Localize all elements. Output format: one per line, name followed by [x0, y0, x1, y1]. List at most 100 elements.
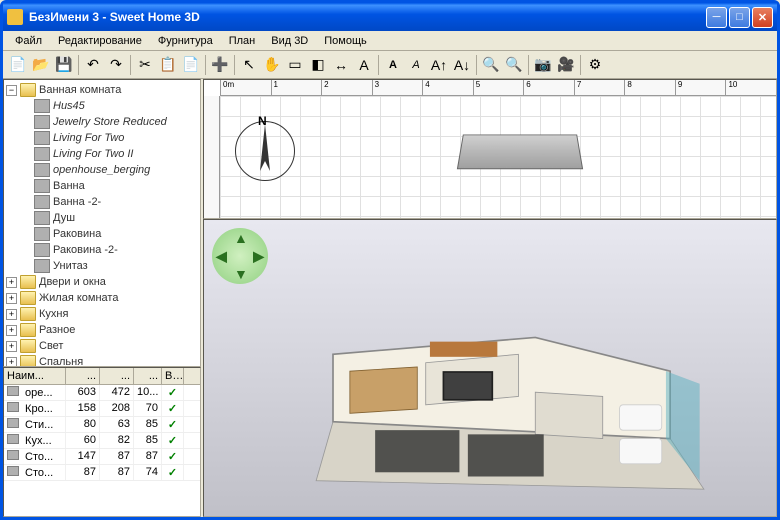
- table-header[interactable]: Наим... ... ... ... В...: [4, 368, 200, 385]
- save-button[interactable]: 💾: [53, 54, 75, 76]
- minimize-button[interactable]: ─: [706, 7, 727, 28]
- menu-help[interactable]: Помощь: [316, 33, 375, 49]
- tree-folder[interactable]: +Свет: [6, 338, 198, 354]
- plan-building-outline[interactable]: [457, 135, 583, 170]
- copy-button[interactable]: 📋: [157, 54, 179, 76]
- paste-button[interactable]: 📄: [180, 54, 202, 76]
- tree-item[interactable]: Ванна -2-: [6, 194, 198, 210]
- redo-button[interactable]: ↷: [105, 54, 127, 76]
- format-bold[interactable]: A: [382, 54, 404, 76]
- window-title: БезИмени 3 - Sweet Home 3D: [29, 10, 706, 24]
- photo-button[interactable]: 📷: [532, 54, 554, 76]
- undo-button[interactable]: ↶: [82, 54, 104, 76]
- increase-size[interactable]: A↑: [428, 54, 450, 76]
- nav-right-icon[interactable]: ▶: [253, 248, 264, 265]
- tree-item[interactable]: Раковина: [6, 226, 198, 242]
- nav-down-icon[interactable]: ▼: [234, 266, 248, 282]
- table-row[interactable]: ope...60347210...✓: [4, 385, 200, 401]
- tree-item[interactable]: openhouse_berging: [6, 162, 198, 178]
- furniture-icon: [34, 259, 50, 273]
- plan-canvas[interactable]: N: [220, 96, 776, 218]
- tree-root[interactable]: − Ванная комната: [6, 82, 198, 98]
- zoom-in-button[interactable]: 🔍: [480, 54, 502, 76]
- tree-item[interactable]: Раковина -2-: [6, 242, 198, 258]
- table-row[interactable]: Кух...608285✓: [4, 433, 200, 449]
- furniture-icon: [34, 211, 50, 225]
- expand-icon[interactable]: +: [6, 309, 17, 320]
- add-furniture-button[interactable]: ➕: [209, 54, 231, 76]
- furniture-icon: [34, 115, 50, 129]
- tree-folder[interactable]: +Двери и окна: [6, 274, 198, 290]
- tree-item[interactable]: Унитаз: [6, 258, 198, 274]
- open-button[interactable]: 📂: [30, 54, 52, 76]
- dimension-tool[interactable]: ↔: [330, 54, 352, 76]
- cut-button[interactable]: ✂: [134, 54, 156, 76]
- menu-3d-view[interactable]: Вид 3D: [263, 33, 316, 49]
- pan-tool[interactable]: ✋: [261, 54, 283, 76]
- folder-icon: [20, 339, 36, 353]
- tree-item[interactable]: Living For Two II: [6, 146, 198, 162]
- folder-icon: [20, 83, 36, 97]
- menu-file[interactable]: Файл: [7, 33, 50, 49]
- tree-folder[interactable]: +Жилая комната: [6, 290, 198, 306]
- furniture-icon: [34, 99, 50, 113]
- tree-item[interactable]: Ванна: [6, 178, 198, 194]
- tree-item[interactable]: Душ: [6, 210, 198, 226]
- 3d-scene[interactable]: [264, 270, 756, 506]
- tree-folder[interactable]: +Разное: [6, 322, 198, 338]
- nav-left-icon[interactable]: ◀: [216, 248, 227, 265]
- menu-edit[interactable]: Редактирование: [50, 33, 150, 49]
- maximize-button[interactable]: □: [729, 7, 750, 28]
- table-row[interactable]: Кро...15820870✓: [4, 401, 200, 417]
- folder-icon: [20, 323, 36, 337]
- close-button[interactable]: ✕: [752, 7, 773, 28]
- check-icon: ✓: [168, 467, 177, 479]
- decrease-size[interactable]: A↓: [451, 54, 473, 76]
- plan-view[interactable]: 0m12345678910 N: [203, 79, 777, 219]
- room-tool[interactable]: ◧: [307, 54, 329, 76]
- tree-folder[interactable]: +Спальня: [6, 354, 198, 367]
- catalog-tree[interactable]: − Ванная комната Hus45Jewelry Store Redu…: [3, 79, 201, 367]
- furniture-icon: [34, 243, 50, 257]
- tree-item[interactable]: Jewelry Store Reduced: [6, 114, 198, 130]
- expand-icon[interactable]: +: [6, 341, 17, 352]
- format-italic[interactable]: A: [405, 54, 427, 76]
- check-icon: ✓: [168, 419, 177, 431]
- 3d-view[interactable]: ▲ ▼ ◀ ▶: [203, 219, 777, 517]
- expand-icon[interactable]: +: [6, 357, 17, 368]
- check-icon: ✓: [168, 403, 177, 415]
- tree-item[interactable]: Hus45: [6, 98, 198, 114]
- left-panel: − Ванная комната Hus45Jewelry Store Redu…: [3, 79, 203, 517]
- table-row[interactable]: Сто...878774✓: [4, 465, 200, 481]
- table-row[interactable]: Сто...1478787✓: [4, 449, 200, 465]
- select-tool[interactable]: ↖: [238, 54, 260, 76]
- app-window: БезИмени 3 - Sweet Home 3D ─ □ ✕ Файл Ре…: [0, 0, 780, 520]
- expand-icon[interactable]: +: [6, 293, 17, 304]
- table-row[interactable]: Сти...806385✓: [4, 417, 200, 433]
- 3d-nav-control[interactable]: ▲ ▼ ◀ ▶: [212, 228, 268, 284]
- expand-icon[interactable]: +: [6, 277, 17, 288]
- nav-up-icon[interactable]: ▲: [234, 230, 248, 246]
- titlebar[interactable]: БезИмени 3 - Sweet Home 3D ─ □ ✕: [3, 3, 777, 31]
- wall-tool[interactable]: ▭: [284, 54, 306, 76]
- menubar: Файл Редактирование Фурнитура План Вид 3…: [3, 31, 777, 51]
- content-area: − Ванная комната Hus45Jewelry Store Redu…: [3, 79, 777, 517]
- check-icon: ✓: [168, 387, 177, 399]
- furniture-icon: [34, 131, 50, 145]
- collapse-icon[interactable]: −: [6, 85, 17, 96]
- tree-folder[interactable]: +Кухня: [6, 306, 198, 322]
- furniture-table[interactable]: Наим... ... ... ... В... ope...60347210.…: [3, 367, 201, 517]
- preferences-button[interactable]: ⚙: [584, 54, 606, 76]
- check-icon: ✓: [168, 435, 177, 447]
- zoom-out-button[interactable]: 🔍: [503, 54, 525, 76]
- text-tool[interactable]: A: [353, 54, 375, 76]
- tree-item[interactable]: Living For Two: [6, 130, 198, 146]
- expand-icon[interactable]: +: [6, 325, 17, 336]
- video-button[interactable]: 🎥: [555, 54, 577, 76]
- menu-furniture[interactable]: Фурнитура: [150, 33, 221, 49]
- compass[interactable]: N: [230, 116, 300, 186]
- furniture-icon: [34, 227, 50, 241]
- new-button[interactable]: 📄: [7, 54, 29, 76]
- folder-icon: [20, 291, 36, 305]
- menu-plan[interactable]: План: [221, 33, 264, 49]
